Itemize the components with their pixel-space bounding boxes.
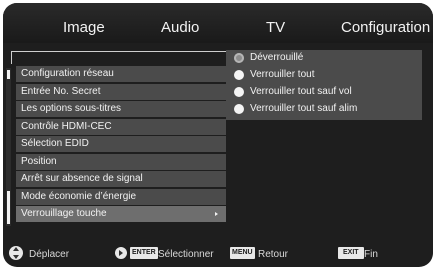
radio-selected-icon — [234, 53, 244, 63]
tab-configuration[interactable]: Configuration — [341, 19, 430, 37]
option-lock-all[interactable]: Verrouiller tout — [226, 67, 422, 83]
tab-audio[interactable]: Audio — [161, 19, 199, 37]
option-label: Déverrouillé — [250, 52, 304, 63]
option-label: Verrouiller tout sauf vol — [250, 86, 352, 97]
menu-item-subtitle-options[interactable]: Les options sous-titres — [16, 101, 226, 117]
option-label: Verrouiller tout — [250, 69, 315, 80]
menu-item-position[interactable]: Position — [16, 153, 226, 170]
exit-key-badge: EXIT — [338, 247, 364, 259]
option-lock-all-except-volume[interactable]: Verrouiller tout sauf vol — [226, 84, 422, 100]
tv-osd-screen: Image Audio TV Configuration Configurati… — [3, 3, 433, 267]
menu-item-label: Configuration réseau — [21, 68, 114, 79]
help-back-label: Retour — [258, 249, 289, 260]
tab-bar: Image Audio TV Configuration — [3, 3, 433, 43]
help-exit-label: Fin — [364, 249, 378, 260]
help-select-label: Sélectionner — [158, 249, 214, 260]
radio-icon — [234, 70, 244, 80]
menu-item-key-lock[interactable]: Verrouillage touche — [16, 206, 226, 222]
menu-item-energy-saving[interactable]: Mode économie d’énergie — [16, 188, 226, 205]
enter-key-badge: ENTER — [130, 247, 158, 259]
menu-item-label: Entrée No. Secret — [21, 85, 101, 97]
menu-item-edid-selection[interactable]: Sélection EDID — [16, 136, 226, 152]
radio-icon — [234, 87, 244, 97]
settings-menu: Configuration réseau Entrée No. Secret L… — [16, 66, 226, 224]
menu-item-secret-code[interactable]: Entrée No. Secret — [16, 83, 226, 100]
option-lock-all-except-power[interactable]: Verrouiller tout sauf alim — [226, 101, 422, 117]
menu-item-label: Mode économie d’énergie — [21, 190, 137, 202]
menu-item-label: Position — [21, 155, 57, 167]
menu-key-badge: MENU — [230, 247, 255, 259]
play-arrow-icon — [115, 247, 127, 259]
option-label: Verrouiller tout sauf alim — [250, 103, 358, 114]
radio-icon — [234, 104, 244, 114]
chevron-right-icon — [215, 212, 218, 216]
menu-frame-top — [11, 51, 228, 64]
up-down-arrows-icon — [9, 246, 23, 260]
menu-item-hdmi-cec[interactable]: Contrôle HDMI-CEC — [16, 118, 226, 135]
help-bar: Déplacer ENTER Sélectionner MENU Retour … — [3, 239, 433, 267]
menu-item-network-config[interactable]: Configuration réseau — [16, 66, 226, 82]
menu-item-no-signal-off[interactable]: Arrêt sur absence de signal — [16, 171, 226, 187]
menu-item-label: Contrôle HDMI-CEC — [21, 120, 112, 132]
option-unlocked[interactable]: Déverrouillé — [226, 50, 422, 66]
menu-item-label: Verrouillage touche — [21, 208, 107, 219]
tab-tv[interactable]: TV — [266, 19, 285, 37]
menu-item-label: Arrêt sur absence de signal — [21, 173, 143, 184]
scrollbar-thumb[interactable] — [7, 191, 10, 224]
tab-image[interactable]: Image — [63, 19, 105, 37]
scrollbar-top-marker — [7, 70, 10, 79]
menu-item-label: Sélection EDID — [21, 138, 89, 149]
menu-item-label: Les options sous-titres — [21, 103, 122, 114]
key-lock-options-panel: Déverrouillé Verrouiller tout Verrouille… — [226, 50, 422, 120]
help-move-label: Déplacer — [29, 249, 70, 260]
